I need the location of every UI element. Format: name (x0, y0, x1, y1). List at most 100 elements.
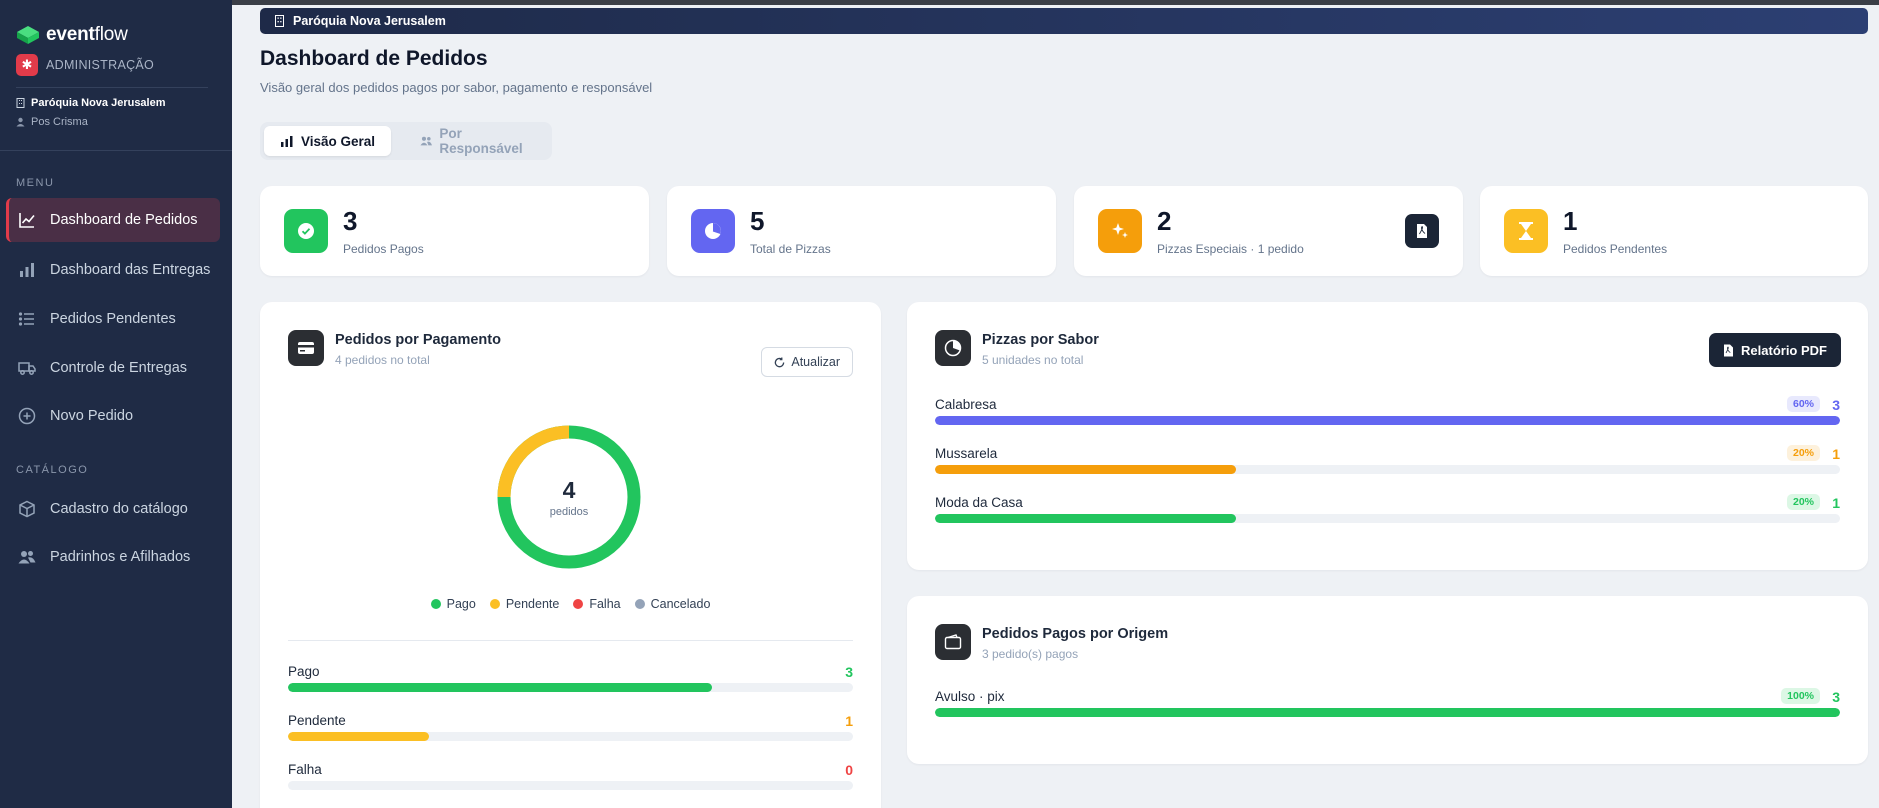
logo-icon (17, 26, 39, 44)
bar-track (288, 732, 853, 741)
credit-card-icon (288, 330, 324, 366)
flavor-row-mussarela: Mussarela 20% 1 (935, 445, 1840, 476)
pdf-report-label: Relatório PDF (1741, 342, 1827, 358)
sidebar-item-dashboard-pedidos[interactable]: Dashboard de Pedidos (6, 198, 220, 242)
sidebar-item-controle-entregas[interactable]: Controle de Entregas (6, 346, 220, 390)
bar-fill (935, 514, 1237, 523)
sidebar-item-dashboard-entregas[interactable]: Dashboard das Entregas (6, 248, 220, 292)
tab-visao-geral[interactable]: Visão Geral (264, 126, 392, 156)
bar-label: Calabresa (935, 397, 997, 412)
stat-label: Total de Pizzas (750, 242, 831, 256)
stat-card-pizzas-especiais: 2 Pizzas Especiais · 1 pedido (1074, 186, 1463, 276)
origin-card: Pedidos Pagos por Origem 3 pedido(s) pag… (907, 596, 1868, 764)
donut-unit: pedidos (549, 505, 589, 518)
pie-chart-icon (935, 330, 971, 366)
page-subtitle: Visão geral dos pedidos pagos por sabor,… (260, 80, 653, 95)
admin-badge: ✱ ADMINISTRAÇÃO (16, 54, 154, 76)
pdf-file-icon (1417, 224, 1427, 238)
tab-por-responsavel[interactable]: Por Responsável (404, 126, 552, 156)
bar-track (935, 514, 1840, 523)
bar-fill (935, 708, 1840, 717)
legend-item-falha: Falha (573, 597, 621, 611)
tab-label: Visão Geral (301, 133, 376, 149)
sidebar-item-pedidos-pendentes[interactable]: Pedidos Pendentes (6, 297, 220, 341)
pdf-export-button[interactable] (1405, 214, 1439, 248)
pie-chart-icon (691, 209, 735, 253)
stat-value: 2 (1157, 206, 1172, 236)
pdf-file-icon (1724, 344, 1734, 356)
stat-label: Pizzas Especiais · 1 pedido (1157, 242, 1304, 256)
bar-fill (935, 416, 1840, 425)
divider (0, 150, 232, 151)
card-title: Pedidos Pagos por Origem (982, 626, 1169, 642)
sidebar-item-label: Novo Pedido (50, 408, 134, 424)
bar-track (288, 683, 853, 692)
breadcrumb: Paróquia Nova Jerusalem (260, 8, 1868, 34)
bar-track (935, 708, 1840, 717)
flavors-card: Pizzas por Sabor 5 unidades no total Rel… (907, 302, 1868, 570)
admin-label: ADMINISTRAÇÃO (46, 58, 155, 72)
sidebar-item-label: Controle de Entregas (50, 360, 188, 376)
catalog-header: CATÁLOGO (16, 464, 89, 476)
bar-fill (288, 683, 712, 692)
bar-count: 1 (1832, 495, 1840, 511)
plus-circle-icon (18, 407, 36, 425)
parish-label: Paróquia Nova Jerusalem (31, 97, 166, 109)
pdf-report-button[interactable]: Relatório PDF (1709, 333, 1841, 367)
stat-card-pedidos-pagos: 3 Pedidos Pagos (260, 186, 649, 276)
view-tabs: Visão Geral Por Responsável (260, 122, 552, 160)
bar-track (935, 416, 1840, 425)
sidebar-item-novo-pedido[interactable]: Novo Pedido (6, 394, 220, 438)
tab-label: Por Responsável (439, 126, 523, 156)
sidebar-item-label: Dashboard de Pedidos (50, 212, 198, 228)
truck-icon (18, 362, 36, 375)
refresh-icon (775, 356, 785, 367)
bar-count: 1 (1832, 446, 1840, 462)
pct-badge: 100% (1781, 688, 1820, 704)
legend-label: Falha (589, 597, 621, 611)
donut-total: 4 (562, 476, 576, 503)
building-icon (275, 15, 284, 27)
window-top-border (0, 0, 1879, 5)
parish-name: Paróquia Nova Jerusalem (16, 97, 166, 109)
sidebar-item-cadastro-catalogo[interactable]: Cadastro do catálogo (6, 487, 220, 531)
bar-track (935, 465, 1840, 474)
sidebar-item-label: Padrinhos e Afilhados (50, 549, 191, 565)
legend-dot (430, 599, 441, 609)
bar-fill (288, 732, 430, 741)
bar-count: 1 (845, 713, 853, 729)
refresh-button[interactable]: Atualizar (761, 347, 853, 377)
stat-value: 3 (343, 206, 358, 236)
card-title: Pizzas por Sabor (982, 332, 1099, 348)
group-name: Pos Crisma (16, 116, 88, 128)
bar-track (288, 781, 853, 790)
stat-card-pedidos-pendentes: 1 Pedidos Pendentes (1480, 186, 1868, 276)
sidebar-item-padrinhos-afilhados[interactable]: Padrinhos e Afilhados (6, 535, 220, 579)
bar-count: 3 (845, 664, 853, 680)
brand-name: eventflow (46, 24, 128, 45)
bar-count: 3 (1832, 689, 1840, 705)
box-icon (19, 500, 35, 518)
group-label: Pos Crisma (31, 116, 88, 128)
divider (288, 640, 853, 641)
bar-fill (935, 465, 1237, 474)
divider (16, 87, 208, 88)
bar-label: Moda da Casa (935, 495, 1023, 510)
check-circle-icon (284, 209, 328, 253)
donut-legend: Pago Pendente Falha Cancelado (260, 597, 881, 611)
bar-label: Falha (288, 762, 322, 777)
legend-label: Pendente (505, 597, 560, 611)
users-icon (18, 551, 36, 564)
line-chart-icon (19, 213, 35, 228)
pct-badge: 20% (1786, 445, 1820, 461)
legend-label: Cancelado (650, 597, 711, 611)
sidebar-item-label: Pedidos Pendentes (50, 311, 176, 327)
pct-badge: 20% (1786, 494, 1820, 510)
payment-card: Pedidos por Pagamento 4 pedidos no total… (260, 302, 881, 808)
stat-value: 1 (1563, 206, 1578, 236)
legend-dot (573, 599, 584, 609)
pct-badge: 60% (1786, 396, 1820, 412)
bar-chart-icon (20, 263, 34, 277)
brand[interactable]: eventflow (16, 24, 128, 46)
stat-label: Pedidos Pendentes (1563, 242, 1668, 256)
